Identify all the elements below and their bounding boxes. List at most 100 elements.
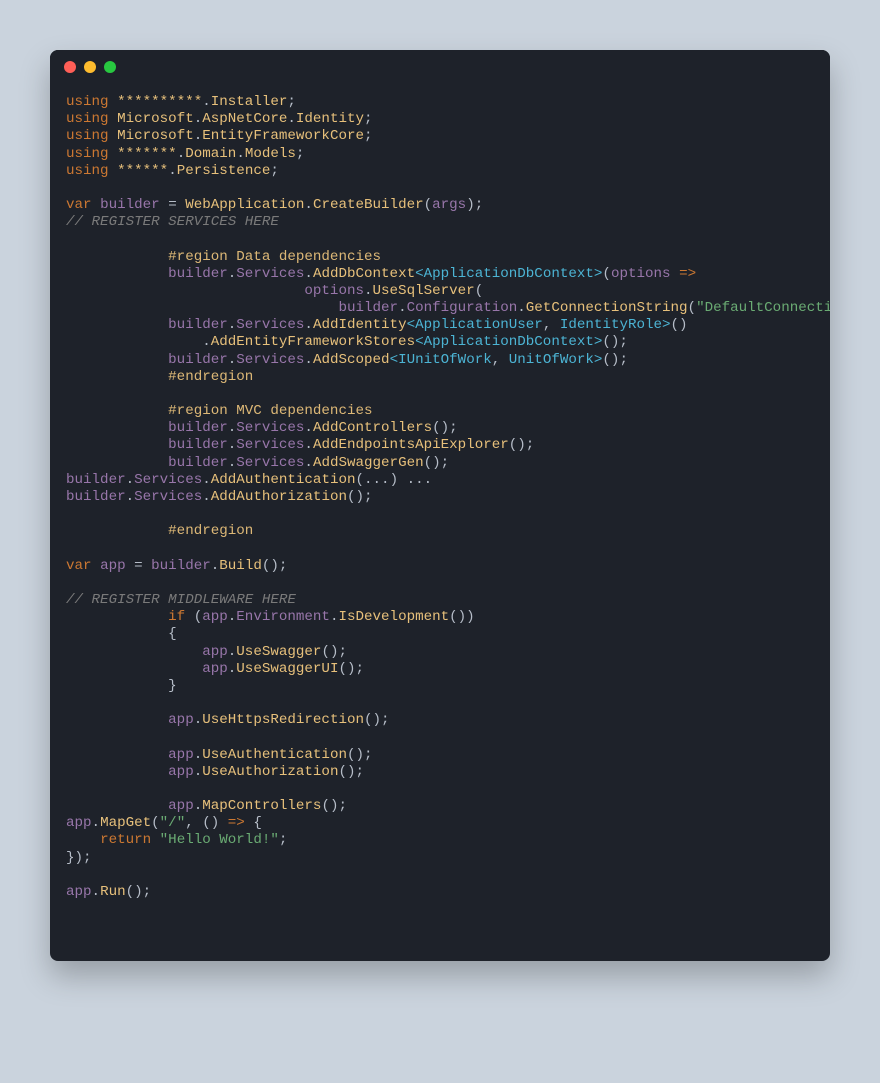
ns-models: Models (245, 146, 296, 162)
configuration: Configuration (407, 300, 518, 316)
fn-adddbcontext: AddDbContext (313, 266, 415, 282)
kw-using: using (66, 111, 109, 127)
region-mvc: #region MVC dependencies (168, 403, 372, 419)
var-options: options (304, 283, 364, 299)
id-webapp: WebApplication (185, 197, 304, 213)
brace-open: { (168, 626, 177, 642)
kw-using: using (66, 128, 109, 144)
fn-useauthz: UseAuthorization (202, 764, 338, 780)
ns-efcore: EntityFrameworkCore (202, 128, 364, 144)
fn-addauthn: AddAuthentication (211, 472, 356, 488)
var-args: args (432, 197, 466, 213)
type-uow: UnitOfWork (509, 352, 594, 368)
ellipsis: ... (407, 472, 433, 488)
kw-var: var (66, 558, 92, 574)
environment: Environment (236, 609, 330, 625)
builder: builder (168, 437, 228, 453)
ns-domain: Domain (185, 146, 236, 162)
var-app: app (168, 764, 194, 780)
fn-usesqlserver: UseSqlServer (373, 283, 475, 299)
ns-persistence: Persistence (177, 163, 271, 179)
minimize-icon[interactable] (84, 61, 96, 73)
fn-build: Build (219, 558, 262, 574)
services: Services (236, 437, 304, 453)
kw-using: using (66, 94, 109, 110)
fn-addidentity: AddIdentity (313, 317, 407, 333)
fn-getconnstr: GetConnectionString (526, 300, 688, 316)
fn-useauthn: UseAuthentication (202, 747, 347, 763)
var-app: app (100, 558, 126, 574)
type-appdbctx: ApplicationDbContext (424, 334, 594, 350)
ns-ms: Microsoft (117, 128, 194, 144)
kw-using: using (66, 146, 109, 162)
var-app: app (202, 644, 228, 660)
str-root: "/" (160, 815, 186, 831)
services: Services (236, 352, 304, 368)
var-options: options (611, 266, 671, 282)
titlebar (50, 50, 830, 84)
kw-return: return (100, 832, 151, 848)
arrow: => (228, 815, 245, 831)
services: Services (134, 472, 202, 488)
fn-addswaggergen: AddSwaggerGen (313, 455, 424, 471)
fn-addauthz: AddAuthorization (211, 489, 347, 505)
code-window: using **********.Installer; using Micros… (50, 50, 830, 961)
ns-aspnet: AspNetCore (202, 111, 287, 127)
type-appuser: ApplicationUser (415, 317, 543, 333)
fn-mapget: MapGet (100, 815, 151, 831)
fn-addcontrollers: AddControllers (313, 420, 432, 436)
builder: builder (168, 317, 228, 333)
kw-var: var (66, 197, 92, 213)
services: Services (236, 420, 304, 436)
code-block: using **********.Installer; using Micros… (50, 84, 830, 961)
ns-masked: ****** (117, 163, 168, 179)
var-app: app (168, 798, 194, 814)
var-app: app (202, 661, 228, 677)
fn-addscoped: AddScoped (313, 352, 390, 368)
comment-register-middleware: // REGISTER MIDDLEWARE HERE (66, 592, 296, 608)
services: Services (134, 489, 202, 505)
type-iuow: IUnitOfWork (398, 352, 492, 368)
builder: builder (66, 489, 126, 505)
builder: builder (151, 558, 211, 574)
var-app: app (168, 712, 194, 728)
kw-if: if (168, 609, 185, 625)
builder: builder (338, 300, 398, 316)
fn-run: Run (100, 884, 126, 900)
services: Services (236, 317, 304, 333)
endregion: #endregion (168, 369, 253, 385)
type-appdbctx: ApplicationDbContext (424, 266, 594, 282)
ns-installer: Installer (211, 94, 288, 110)
comment-register-services: // REGISTER SERVICES HERE (66, 214, 279, 230)
var-builder: builder (100, 197, 160, 213)
ns-identity: Identity (296, 111, 364, 127)
ellipsis: ... (364, 472, 390, 488)
fn-useswagger: UseSwagger (236, 644, 321, 660)
arrow: => (679, 266, 696, 282)
kw-using: using (66, 163, 109, 179)
fn-useswaggerui: UseSwaggerUI (236, 661, 338, 677)
services: Services (236, 266, 304, 282)
type-identityrole: IdentityRole (560, 317, 662, 333)
fn-addendpoints: AddEndpointsApiExplorer (313, 437, 509, 453)
builder: builder (168, 420, 228, 436)
var-app: app (66, 815, 92, 831)
builder: builder (168, 352, 228, 368)
services: Services (236, 455, 304, 471)
str-defaultconn: "DefaultConnection" (696, 300, 830, 316)
ns-ms: Microsoft (117, 111, 194, 127)
builder: builder (66, 472, 126, 488)
close-icon[interactable] (64, 61, 76, 73)
fn-mapcontrollers: MapControllers (202, 798, 321, 814)
var-app: app (66, 884, 92, 900)
var-app: app (168, 747, 194, 763)
zoom-icon[interactable] (104, 61, 116, 73)
ns-masked: ********** (117, 94, 202, 110)
fn-usehttpsredir: UseHttpsRedirection (202, 712, 364, 728)
str-hello: "Hello World!" (160, 832, 279, 848)
fn-isdev: IsDevelopment (338, 609, 449, 625)
endregion: #endregion (168, 523, 253, 539)
region-data: #region Data dependencies (168, 249, 381, 265)
builder: builder (168, 266, 228, 282)
ns-masked: ******* (117, 146, 177, 162)
